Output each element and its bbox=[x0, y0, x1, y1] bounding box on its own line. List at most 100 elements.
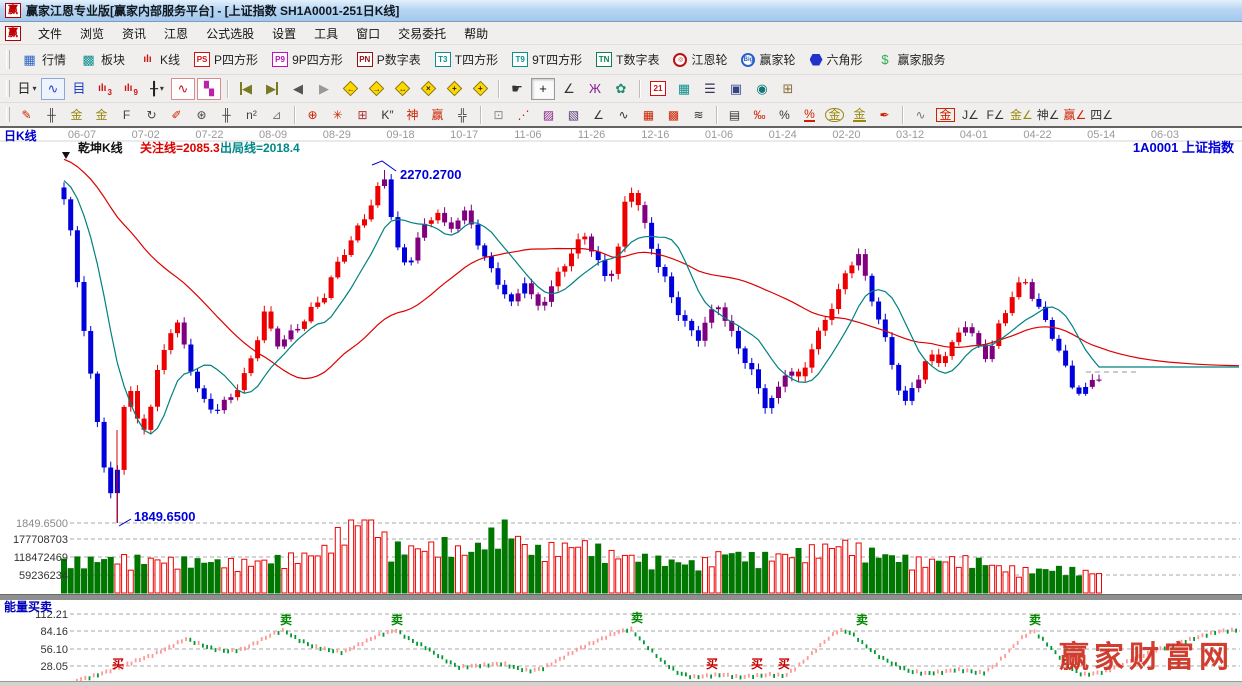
compress-diamond[interactable]: × bbox=[416, 78, 440, 100]
indicator-title[interactable]: 能量买卖 bbox=[4, 601, 52, 614]
ying-grid-button[interactable]: 赢 bbox=[426, 105, 449, 125]
f-angle-button[interactable]: F∠ bbox=[984, 105, 1007, 125]
gann-circle-button[interactable]: ⊛ bbox=[190, 105, 213, 125]
fibonacci-f-button[interactable]: F bbox=[115, 105, 138, 125]
slant-lines-button[interactable]: ≋ bbox=[687, 105, 710, 125]
ruler-grid-button[interactable]: ╬ bbox=[451, 105, 474, 125]
gold-section-button[interactable]: 金 bbox=[65, 105, 88, 125]
percent-line-button[interactable]: ‰ bbox=[748, 105, 771, 125]
profile-chart-button[interactable]: ▚ bbox=[197, 78, 221, 100]
percent-bar-button[interactable]: % bbox=[798, 105, 821, 125]
ying-angle-button[interactable]: 赢∠ bbox=[1063, 105, 1088, 125]
next-page-button[interactable]: ▶ bbox=[312, 78, 336, 100]
gold-section2-button[interactable]: 金 bbox=[90, 105, 113, 125]
trend-arrow-button[interactable]: ∠ bbox=[587, 105, 610, 125]
wave-box-button[interactable]: ∿ bbox=[909, 105, 932, 125]
hexagon[interactable]: 六角形 bbox=[803, 49, 870, 70]
spider-web-button[interactable]: ✳ bbox=[326, 105, 349, 125]
winner-service[interactable]: $赢家服务 bbox=[870, 49, 953, 70]
candle-style-dropdown[interactable]: ╂▾ bbox=[145, 78, 169, 100]
9t-square[interactable]: T99T四方形 bbox=[505, 49, 589, 70]
angle-measure-button[interactable]: ⊿ bbox=[265, 105, 288, 125]
j-angle-button[interactable]: J∠ bbox=[959, 105, 982, 125]
web-grid-button[interactable]: ⊞ bbox=[351, 105, 374, 125]
gann-shape-button[interactable]: Ж bbox=[583, 78, 607, 100]
calculator-button[interactable]: ▦ bbox=[672, 78, 696, 100]
expand-diamond[interactable]: ↔ bbox=[390, 78, 414, 100]
period-day-dropdown[interactable]: 日▾ bbox=[15, 78, 39, 100]
box-tool-button[interactable]: ⊡ bbox=[487, 105, 510, 125]
menu-file[interactable]: 文件 bbox=[29, 22, 71, 45]
first-page-button[interactable]: ◀ bbox=[234, 78, 258, 100]
notes-button[interactable]: ☰ bbox=[698, 78, 722, 100]
angle-line-button[interactable]: ∠ bbox=[557, 78, 581, 100]
9p-square[interactable]: P99P四方形 bbox=[265, 49, 350, 70]
gold-angle-button[interactable]: 金∠ bbox=[1009, 105, 1034, 125]
gold-circle-button[interactable]: 金 bbox=[823, 105, 846, 125]
shift-right-diamond[interactable]: → bbox=[364, 78, 388, 100]
menu-help[interactable]: 帮助 bbox=[455, 22, 497, 45]
menu-gann[interactable]: 江恩 bbox=[155, 22, 197, 45]
zoom-all-diamond[interactable]: + bbox=[468, 78, 492, 100]
arrow-grid-button[interactable]: ▩ bbox=[662, 105, 685, 125]
spiral-button[interactable]: ↻ bbox=[140, 105, 163, 125]
shen-angle-button[interactable]: 神∠ bbox=[1036, 105, 1061, 125]
n2-button[interactable]: n² bbox=[240, 105, 263, 125]
p-square[interactable]: PSP四方形 bbox=[187, 49, 265, 70]
menu-trade-order[interactable]: 交易委托 bbox=[389, 22, 455, 45]
pattern-brain-button[interactable]: ✿ bbox=[609, 78, 633, 100]
gann-wheel[interactable]: ◎江恩轮 bbox=[666, 49, 734, 70]
gold-box-button[interactable]: 金 bbox=[934, 105, 957, 125]
market-quotes[interactable]: ▦行情 bbox=[14, 49, 73, 70]
save-button[interactable]: ▣ bbox=[724, 78, 748, 100]
order-truck-button[interactable]: ⊞ bbox=[776, 78, 800, 100]
pen-ruler-button[interactable]: ✐ bbox=[165, 105, 188, 125]
t-square[interactable]: T3T四方形 bbox=[428, 49, 505, 70]
menu-tools[interactable]: 工具 bbox=[305, 22, 347, 45]
percent-button[interactable]: % bbox=[773, 105, 796, 125]
compress-9-button[interactable]: ılı9 bbox=[119, 78, 143, 100]
red-grid-button[interactable]: ▦ bbox=[637, 105, 660, 125]
p-number-table[interactable]: PNP数字表 bbox=[350, 49, 428, 70]
menu-news[interactable]: 资讯 bbox=[113, 22, 155, 45]
sector-blocks[interactable]: ▩板块 bbox=[73, 49, 132, 70]
draw-pen-button[interactable]: ✎ bbox=[15, 105, 38, 125]
chart-area[interactable]: 买卖卖卖买买买卖卖06-0707-0207-2208-0908-2909-181… bbox=[0, 128, 1242, 681]
document-logo-icon[interactable]: 赢 bbox=[5, 26, 21, 41]
crosshair-button[interactable]: + bbox=[531, 78, 555, 100]
brush-mark-button[interactable]: ✒ bbox=[873, 105, 896, 125]
chart-canvas[interactable]: 买卖卖卖买买买卖卖06-0707-0207-2208-0908-2909-181… bbox=[0, 128, 1242, 681]
shift-left-diamond[interactable]: ← bbox=[338, 78, 362, 100]
menu-formula-pick[interactable]: 公式选股 bbox=[197, 22, 263, 45]
zigzag-button[interactable]: ∿ bbox=[612, 105, 635, 125]
menu-settings[interactable]: 设置 bbox=[263, 22, 305, 45]
pan-hand-button[interactable]: ☛ bbox=[505, 78, 529, 100]
menu-browse[interactable]: 浏览 bbox=[71, 22, 113, 45]
t-number-table[interactable]: TNT数字表 bbox=[589, 49, 666, 70]
grid-button[interactable]: ╫ bbox=[215, 105, 238, 125]
k-quote-button[interactable]: K″ bbox=[376, 105, 399, 125]
gold-bar-button[interactable]: 金 bbox=[848, 105, 871, 125]
step-chart-button[interactable]: ▤ bbox=[723, 105, 746, 125]
ray-fan-button[interactable]: ⋰ bbox=[512, 105, 535, 125]
kline-mode-label[interactable]: 乾坤K线 bbox=[78, 142, 123, 155]
compress-3-button[interactable]: ılı3 bbox=[93, 78, 117, 100]
shen-grid-button[interactable]: 神 bbox=[401, 105, 424, 125]
last-page-button[interactable]: ▶ bbox=[260, 78, 284, 100]
pattern-view-button[interactable]: ∿ bbox=[41, 78, 65, 100]
target-cross-button[interactable]: ⊕ bbox=[301, 105, 324, 125]
fan-box-button[interactable]: ▨ bbox=[537, 105, 560, 125]
four-angle-button[interactable]: 四∠ bbox=[1089, 105, 1114, 125]
winner-wheel[interactable]: Big赢家轮 bbox=[734, 49, 802, 70]
zoom-in-diamond[interactable]: + bbox=[442, 78, 466, 100]
calendar-button[interactable]: 21 bbox=[646, 78, 670, 100]
shade-box-button[interactable]: ▧ bbox=[562, 105, 585, 125]
qiankun-kline-button[interactable]: ∿ bbox=[171, 78, 195, 100]
info-f10-button[interactable]: 目 bbox=[67, 78, 91, 100]
web-button[interactable]: ◉ bbox=[750, 78, 774, 100]
menu-window[interactable]: 窗口 bbox=[347, 22, 389, 45]
prev-page-button[interactable]: ◀ bbox=[286, 78, 310, 100]
gann-line-grid-button[interactable]: ╫ bbox=[40, 105, 63, 125]
title-bar[interactable]: 赢 赢家江恩专业版[赢家内部服务平台] - [上证指数 SH1A0001-251… bbox=[0, 0, 1242, 22]
kline[interactable]: ılıK线 bbox=[132, 49, 187, 70]
